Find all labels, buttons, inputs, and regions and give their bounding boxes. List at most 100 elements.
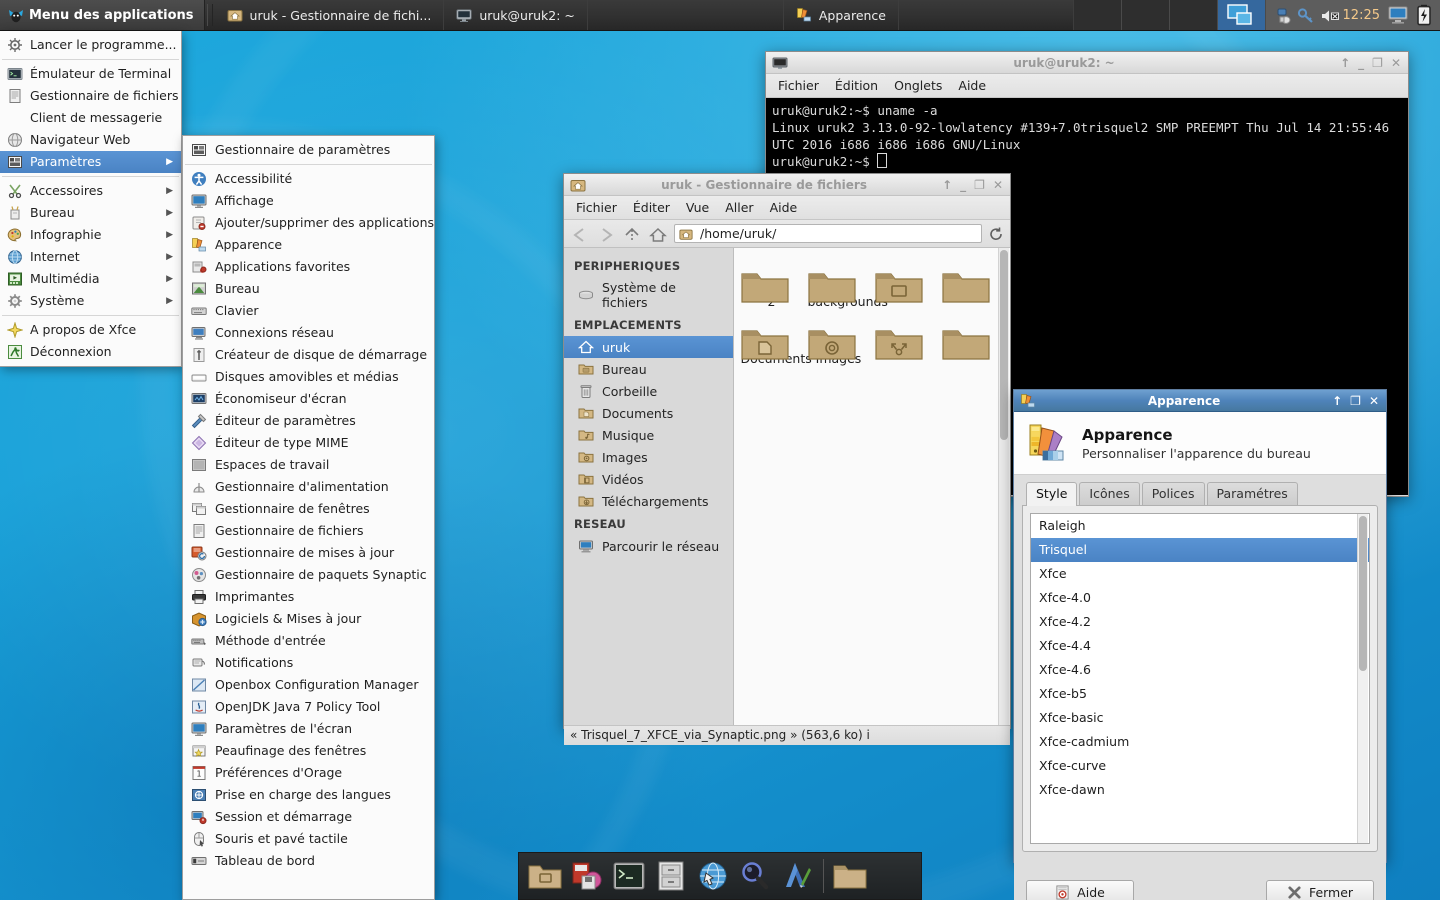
applications-menu[interactable]: Lancer le programme... Émulateur de Term… <box>0 31 182 367</box>
dock-item-file-cabinet[interactable] <box>651 856 691 896</box>
submenu-item-gestionnaire-de-fenetres[interactable]: Gestionnaire de fenêtres <box>183 498 434 520</box>
home-icon[interactable] <box>648 226 668 242</box>
style-list-scrollbar[interactable] <box>1357 514 1368 843</box>
style-list-item[interactable]: Xfce-cadmium <box>1031 730 1369 754</box>
filemanager-file-view[interactable]: 2 backgrounds <box>734 248 1010 725</box>
file-item[interactable] <box>941 323 1004 366</box>
menu-aide[interactable]: Aide <box>762 198 806 217</box>
scrollbar-thumb[interactable] <box>1000 250 1008 440</box>
file-item[interactable] <box>874 323 937 366</box>
tab-parametres[interactable]: Paramétres <box>1206 482 1298 505</box>
forward-icon[interactable] <box>596 226 616 242</box>
submenu-item-accessibilite[interactable]: Accessibilité <box>183 168 434 190</box>
submenu-item-souris-et-pave-tactile[interactable]: Souris et pavé tactile <box>183 828 434 850</box>
key-icon[interactable] <box>1297 7 1313 23</box>
sidebar-item-parcourir-le-reseau[interactable]: Parcourir le réseau <box>564 535 733 557</box>
submenu-item-gestionnaire-de-mises-a-jour[interactable]: Gestionnaire de mises à jour <box>183 542 434 564</box>
style-list-item[interactable]: Xfce-basic <box>1031 706 1369 730</box>
maximize-button[interactable]: ❐ <box>974 179 985 191</box>
taskbar-item-terminal[interactable]: uruk@uruk2: ~ <box>444 0 588 30</box>
filemanager-window[interactable]: uruk - Gestionnaire de fichiers ↑ _ ❐ ✕ … <box>563 173 1011 745</box>
menu-onglets[interactable]: Onglets <box>886 76 950 95</box>
submenu-item-session-et-demarrage[interactable]: Session et démarrage <box>183 806 434 828</box>
style-list-item[interactable]: Xfce-b5 <box>1031 682 1369 706</box>
file-item[interactable]: Documents <box>741 323 812 366</box>
sidebar-item-systeme-de-fichiers[interactable]: Système de fichiers <box>564 277 733 313</box>
dock-item-package-installer[interactable] <box>567 856 607 896</box>
submenu-item-espaces-de-travail[interactable]: Espaces de travail <box>183 454 434 476</box>
style-list-item[interactable]: Xfce-dawn <box>1031 778 1369 802</box>
settings-submenu[interactable]: Gestionnaire de paramètres Accessibilité… <box>182 135 435 900</box>
menu-item-gestionnaire-de-fichiers[interactable]: Gestionnaire de fichiers <box>0 85 181 107</box>
tab-polices[interactable]: Polices <box>1141 482 1205 505</box>
applications-menu-button[interactable]: Menu des applications <box>0 0 205 30</box>
terminal-window-buttons[interactable]: ↑ _ ❐ ✕ <box>1340 57 1404 69</box>
shade-button[interactable]: ↑ <box>1340 57 1350 69</box>
menu-item-systeme[interactable]: Système ▶ <box>0 290 181 312</box>
style-list-item[interactable]: Xfce-4.0 <box>1031 586 1369 610</box>
menu-item-infographie[interactable]: Infographie ▶ <box>0 224 181 246</box>
tab-icones[interactable]: Icônes <box>1079 482 1140 505</box>
terminal-titlebar[interactable]: uruk@uruk2: ~ ↑ _ ❐ ✕ <box>766 52 1408 74</box>
file-item[interactable] <box>874 266 937 309</box>
submenu-item-editeur-de-parametres[interactable]: Éditeur de paramètres <box>183 410 434 432</box>
display-icon[interactable] <box>1387 5 1409 25</box>
submenu-item-editeur-de-type-mime[interactable]: Éditeur de type MIME <box>183 432 434 454</box>
submenu-item-clavier[interactable]: Clavier <box>183 300 434 322</box>
workspace-2[interactable] <box>1121 0 1170 30</box>
close-button[interactable]: ✕ <box>1391 57 1401 69</box>
sidebar-item-bureau[interactable]: Bureau <box>564 358 733 380</box>
file-item[interactable]: backgrounds <box>808 266 888 309</box>
submenu-item-openjdk-java-7-policy-tool[interactable]: OpenJDK Java 7 Policy Tool <box>183 696 434 718</box>
submenu-item-gestionnaire-de-fichiers[interactable]: Gestionnaire de fichiers <box>183 520 434 542</box>
filemanager-sidebar[interactable]: PERIPHERIQUES Système de fichiers EMPLAC… <box>564 248 734 725</box>
sidebar-item-videos[interactable]: Vidéos <box>564 468 733 490</box>
submenu-item-apparence[interactable]: Apparence <box>183 234 434 256</box>
apparence-tabs[interactable]: Style Icônes Polices Paramétres <box>1022 482 1378 506</box>
style-list-item[interactable]: Xfce-curve <box>1031 754 1369 778</box>
apparence-window-buttons[interactable]: ↑ ❐ ✕ <box>1332 395 1382 407</box>
style-list-item[interactable]: Raleigh <box>1031 514 1369 538</box>
menu-item-lancer-le-programme[interactable]: Lancer le programme... <box>0 34 181 56</box>
menu-item-deconnexion[interactable]: Déconnexion <box>0 341 181 363</box>
file-item[interactable]: Images <box>807 323 870 366</box>
submenu-item-bureau[interactable]: Bureau <box>183 278 434 300</box>
submenu-item-tableau-de-bord[interactable]: Tableau de bord <box>183 850 434 872</box>
workspace-switcher[interactable] <box>1072 0 1266 30</box>
menu-fichier[interactable]: Fichier <box>770 76 827 95</box>
style-list-item[interactable]: Xfce-4.4 <box>1031 634 1369 658</box>
menu-item-emulateur-de-terminal[interactable]: Émulateur de Terminal <box>0 63 181 85</box>
submenu-item-ajouter-supprimer-des-applications[interactable]: Ajouter/supprimer des applications <box>183 212 434 234</box>
minimize-button[interactable]: _ <box>1358 57 1364 69</box>
file-item[interactable] <box>941 266 1004 309</box>
submenu-item-gestionnaire-de-paquets-synaptic[interactable]: Gestionnaire de paquets Synaptic <box>183 564 434 586</box>
submenu-item-openbox-configuration-manager[interactable]: Openbox Configuration Manager <box>183 674 434 696</box>
style-list-item[interactable]: Xfce-4.6 <box>1031 658 1369 682</box>
dock-item-folder[interactable] <box>830 856 870 896</box>
shade-button[interactable]: ↑ <box>1332 395 1342 407</box>
submenu-item-affichage[interactable]: Affichage <box>183 190 434 212</box>
taskbar-item-filemanager[interactable]: uruk - Gestionnaire de fichi... <box>215 0 445 30</box>
workspace-4[interactable] <box>1217 0 1266 30</box>
sidebar-item-images[interactable]: Images <box>564 446 733 468</box>
taskbar-item-apparence[interactable]: Apparence <box>784 0 899 30</box>
menu-item-client-de-messagerie[interactable]: Client de messagerie <box>0 107 181 129</box>
submenu-item-applications-favorites[interactable]: Applications favorites <box>183 256 434 278</box>
menu-fichier[interactable]: Fichier <box>568 198 625 217</box>
filemanager-titlebar[interactable]: uruk - Gestionnaire de fichiers ↑ _ ❐ ✕ <box>564 174 1010 196</box>
sidebar-item-musique[interactable]: Musique <box>564 424 733 446</box>
bottom-dock[interactable] <box>518 852 922 900</box>
menu-item-accessoires[interactable]: Accessoires ▶ <box>0 180 181 202</box>
dock-item-terminal[interactable] <box>609 856 649 896</box>
printer-icon[interactable] <box>1274 7 1291 24</box>
menu-aller[interactable]: Aller <box>717 198 761 217</box>
help-button[interactable]: Aide <box>1026 879 1134 900</box>
volume-muted-icon[interactable] <box>1320 7 1339 23</box>
terminal-menubar[interactable]: Fichier Édition Onglets Aide <box>766 74 1408 98</box>
apparence-window[interactable]: Apparence ↑ ❐ ✕ Apparence Personnaliser … <box>1013 389 1387 900</box>
dock-item-search[interactable] <box>735 856 775 896</box>
back-icon[interactable] <box>570 226 590 242</box>
battery-icon[interactable] <box>1416 4 1432 26</box>
filemanager-menubar[interactable]: Fichier Éditer Vue Aller Aide <box>564 196 1010 220</box>
submenu-item-gestionnaire-de-parametres[interactable]: Gestionnaire de paramètres <box>183 139 434 161</box>
